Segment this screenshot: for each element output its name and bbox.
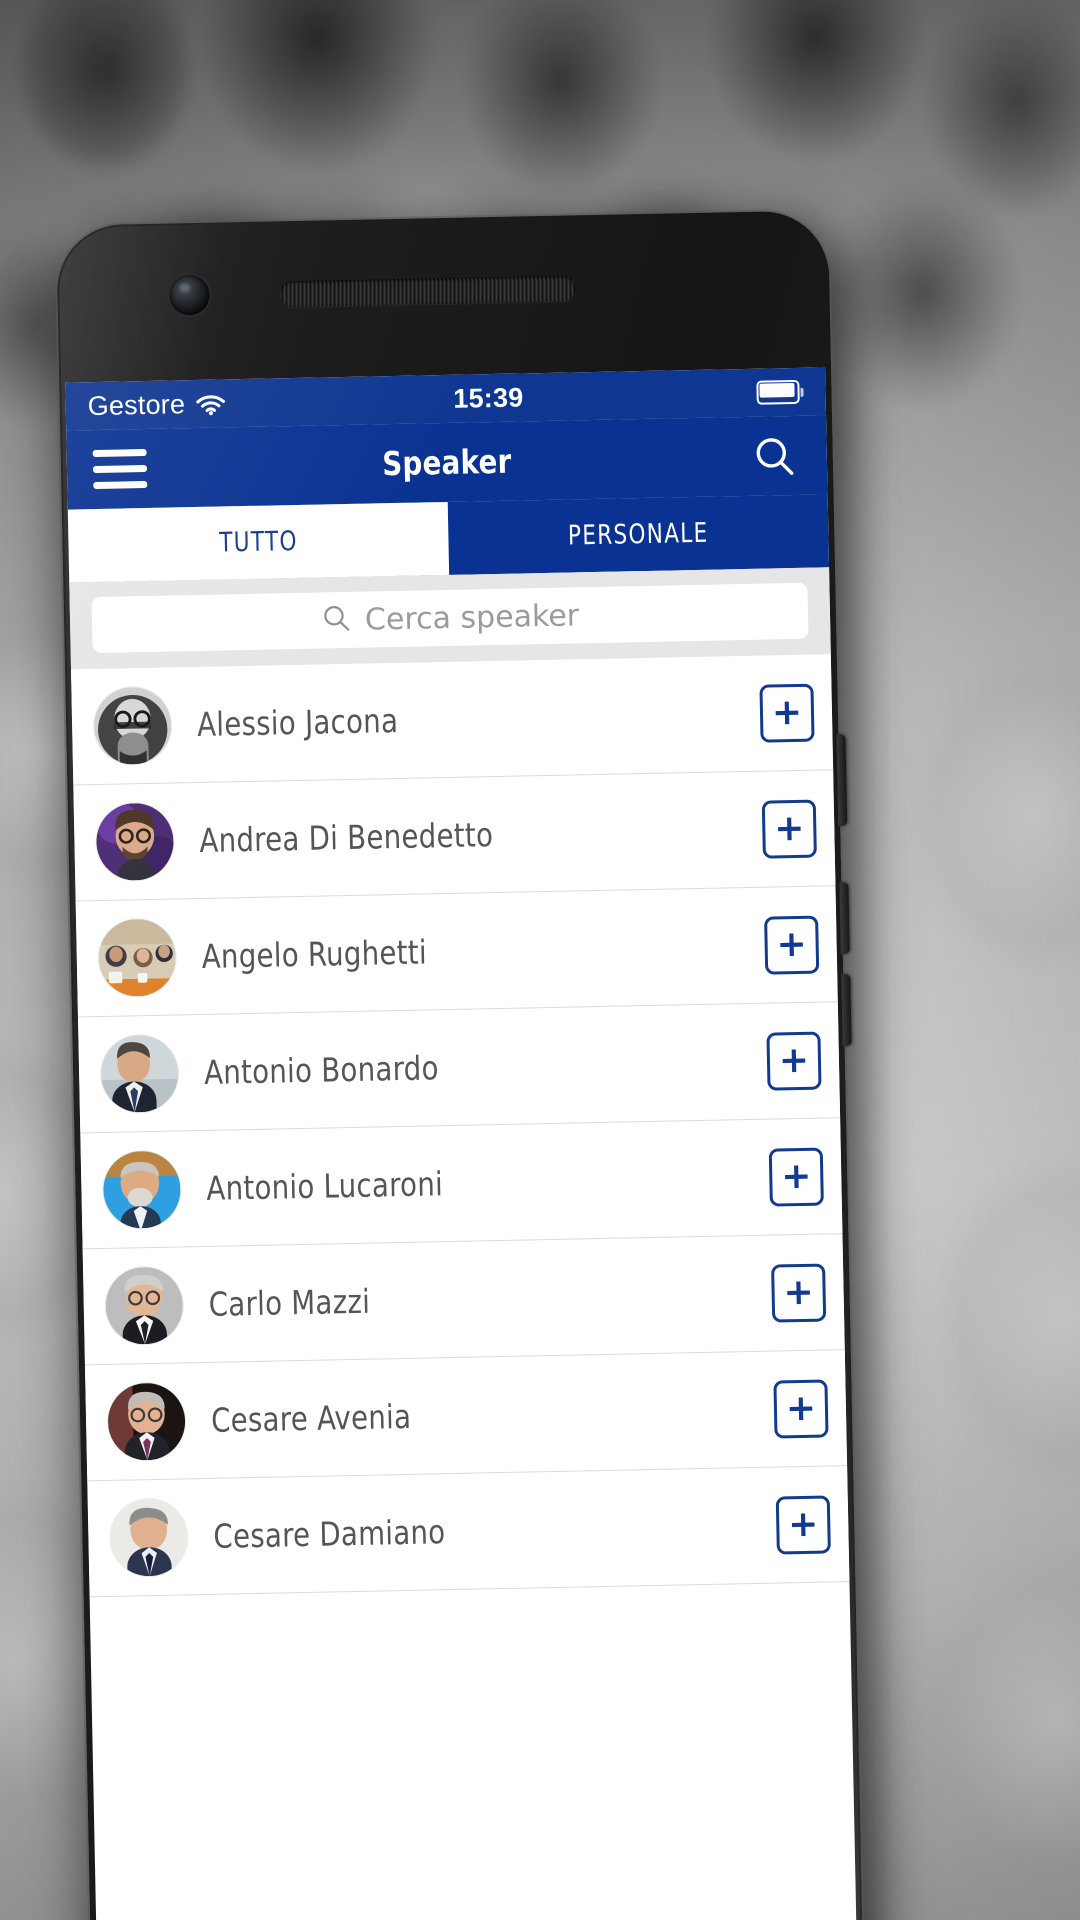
tab-tutto-label: TUTTO — [218, 525, 298, 559]
phone-screen: Gestore 15:39 Speaker TUTTO PERSONALE Ce… — [65, 367, 858, 1920]
status-bar-clock: 15:39 — [453, 381, 524, 414]
avatar — [109, 1498, 189, 1577]
search-strip: Cerca speaker — [69, 567, 831, 670]
list-item[interactable]: Andrea Di Benedetto + — [73, 770, 836, 902]
search-input[interactable]: Cerca speaker — [91, 582, 809, 654]
page-title: Speaker — [381, 441, 512, 484]
add-speaker-button[interactable]: + — [775, 1494, 831, 1555]
list-item[interactable]: Antonio Bonardo + — [77, 1002, 841, 1134]
tab-personale-label: PERSONALE — [567, 517, 709, 552]
add-speaker-button[interactable]: + — [766, 1031, 822, 1091]
list-item[interactable]: Angelo Rughetti + — [75, 886, 838, 1018]
avatar — [105, 1266, 184, 1345]
camera-glint — [179, 283, 191, 293]
speaker-name: Andrea Di Benedetto — [199, 815, 494, 860]
add-speaker-button[interactable]: + — [773, 1378, 829, 1439]
tab-tutto[interactable]: TUTTO — [67, 501, 450, 583]
add-speaker-button[interactable]: + — [761, 799, 817, 859]
speaker-name: Carlo Mazzi — [208, 1281, 371, 1324]
battery-cap — [800, 387, 804, 397]
avatar — [107, 1382, 186, 1461]
avatar — [93, 686, 172, 766]
tab-bar: TUTTO PERSONALE — [67, 494, 830, 583]
tab-personale[interactable]: PERSONALE — [448, 494, 829, 575]
list-item[interactable]: Carlo Mazzi + — [82, 1234, 845, 1366]
battery-fill — [759, 382, 795, 398]
speaker-name: Cesare Damiano — [213, 1512, 446, 1556]
search-icon[interactable] — [746, 428, 801, 483]
list-item[interactable]: Cesare Damiano + — [87, 1466, 850, 1598]
avatar — [98, 918, 177, 998]
carrier-label: Gestore — [87, 388, 186, 421]
speaker-list[interactable]: Alessio Jacona + Andrea Di Benedetto + A… — [70, 654, 850, 1598]
power-button[interactable] — [836, 734, 848, 827]
status-bar-left: Gestore — [87, 388, 226, 422]
avatar — [102, 1150, 182, 1229]
list-item[interactable]: Alessio Jacona + — [70, 654, 834, 786]
speaker-name: Angelo Rughetti — [201, 932, 428, 976]
add-speaker-button[interactable]: + — [759, 683, 815, 743]
speaker-name: Antonio Bonardo — [203, 1048, 440, 1092]
add-speaker-button[interactable]: + — [768, 1147, 824, 1207]
speaker-name: Antonio Lucaroni — [206, 1164, 444, 1208]
volume-down-button[interactable] — [841, 973, 852, 1047]
phone-mockup: Gestore 15:39 Speaker TUTTO PERSONALE Ce… — [56, 210, 864, 1920]
list-item[interactable]: Cesare Avenia + — [84, 1350, 848, 1482]
add-speaker-button[interactable]: + — [771, 1263, 827, 1323]
battery-full-icon — [756, 379, 804, 405]
avatar — [100, 1034, 179, 1114]
wifi-icon — [196, 392, 226, 416]
navigation-bar: Speaker — [66, 415, 828, 510]
speaker-name: Alessio Jacona — [196, 700, 399, 745]
speaker-name: Cesare Avenia — [210, 1396, 412, 1440]
status-bar-right — [756, 379, 804, 405]
search-icon — [321, 602, 352, 638]
list-item[interactable]: Antonio Lucaroni + — [80, 1118, 843, 1250]
avatar — [95, 802, 175, 882]
add-speaker-button[interactable]: + — [764, 915, 820, 975]
hamburger-menu-icon[interactable] — [92, 446, 148, 491]
search-placeholder-text: Cerca speaker — [364, 597, 580, 638]
volume-up-button[interactable] — [839, 881, 850, 955]
